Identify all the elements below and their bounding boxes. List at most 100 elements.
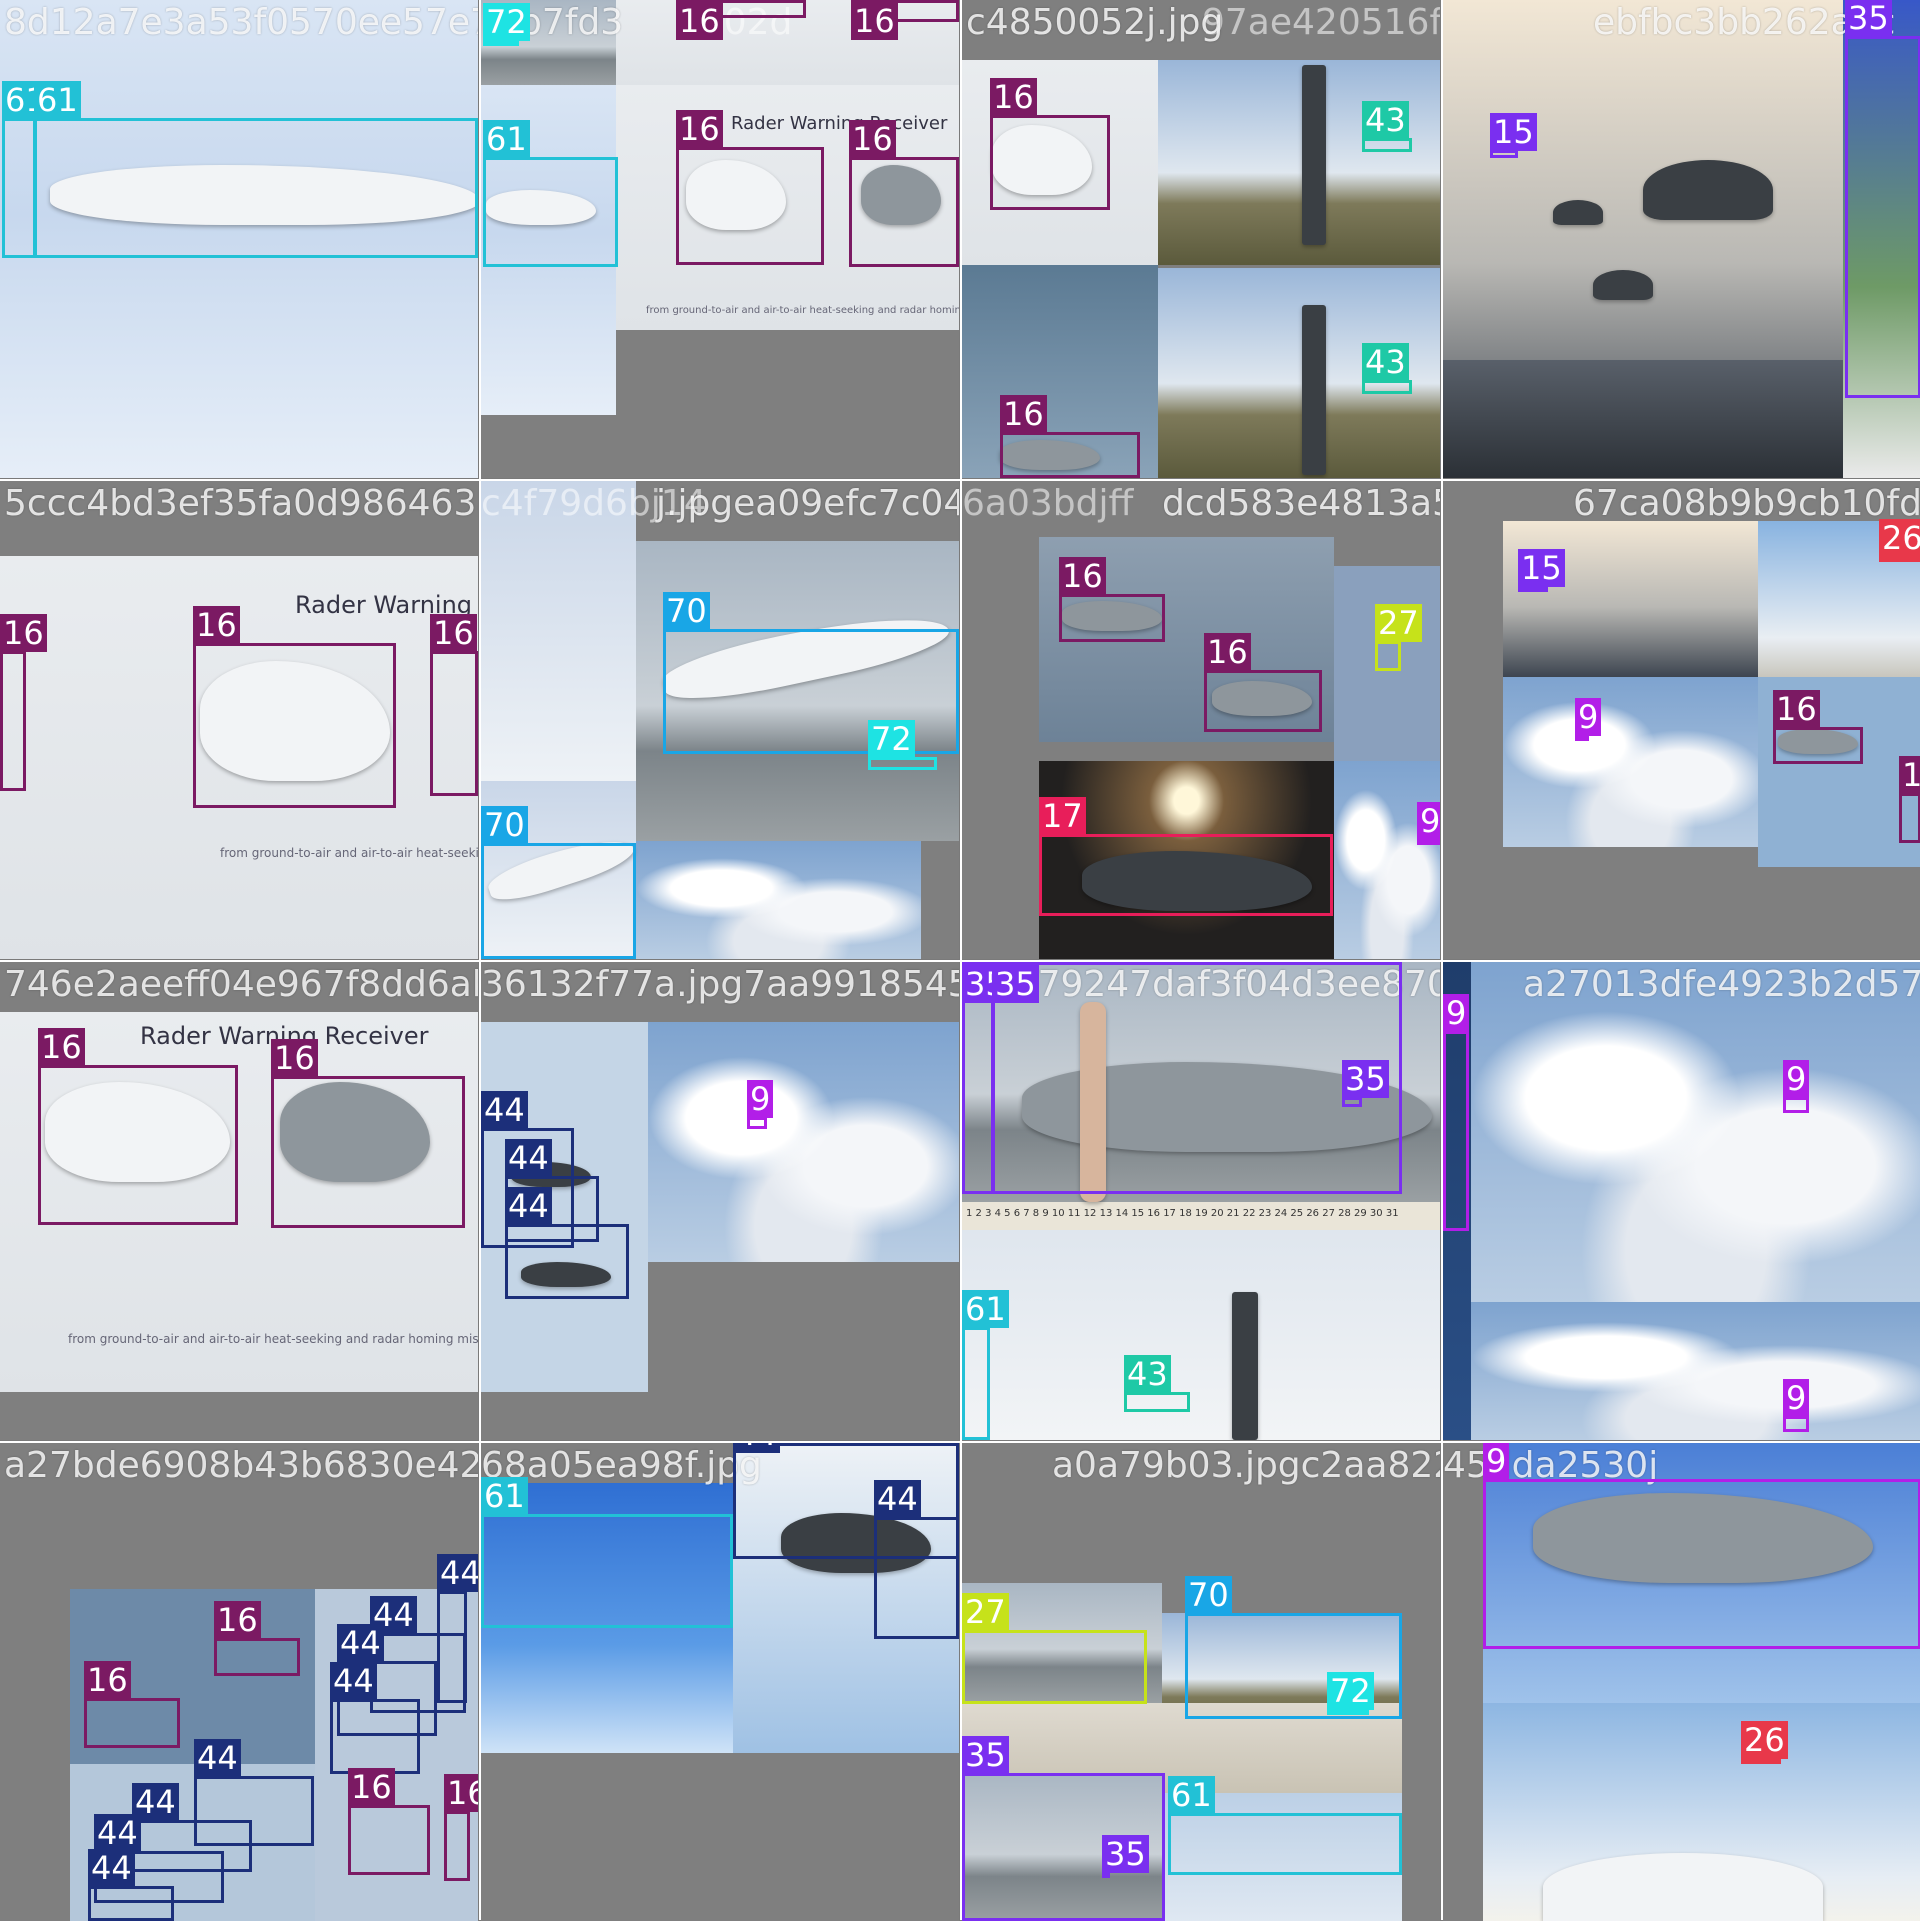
detection-box: 16	[193, 606, 396, 808]
tile-filename: a0a79b03.jpgc2aa8222e234	[1052, 1445, 1440, 1486]
detection-label: 9	[1575, 698, 1602, 736]
radar-mast	[1302, 305, 1326, 475]
detection-box: 9	[1443, 994, 1470, 1231]
detection-label: 35	[992, 965, 1039, 1003]
detection-box: 16	[430, 614, 478, 796]
detection-label: 16	[271, 1039, 318, 1077]
calendar-dates: 1 2 3 4 5 6 7 8 9 10 11 12 13 14 15 16 1…	[966, 1208, 1399, 1219]
mosaic-tile-16: 45dda2530j 9 26	[1443, 1443, 1920, 1921]
detection-box: 16	[38, 1028, 238, 1225]
detection-label: 26	[1879, 519, 1920, 557]
detection-label: 16	[38, 1028, 85, 1066]
detection-box: 16	[676, 0, 806, 40]
detection-label: 17	[1039, 797, 1086, 835]
detection-label: 16	[444, 1774, 478, 1812]
detection-label: 43	[1362, 101, 1409, 139]
detection-label: 16	[193, 606, 240, 644]
parachute	[1553, 200, 1603, 225]
rwr-heading: Rader Warning Receiver	[731, 113, 948, 134]
detection-label: 43	[1362, 343, 1409, 381]
detection-label: 27	[1375, 604, 1422, 642]
tile-filename: dcd583e4813a528c2	[1162, 483, 1440, 524]
mosaic-tile-5: Rader Warning Rec from ground-to-air and…	[0, 481, 478, 959]
radar-mast	[1232, 1292, 1258, 1440]
detection-box: 35	[992, 962, 1402, 1194]
detection-label: 16	[84, 1661, 131, 1699]
tile-filename: 67ca08b9b9cb10fd851866	[1573, 483, 1920, 524]
detection-label: 9	[1417, 802, 1440, 840]
detection-box: 61	[2, 81, 49, 258]
detection-box: 61	[34, 81, 478, 258]
mosaic-tile-9: Rader Warning Receiver from ground-to-ai…	[0, 962, 478, 1440]
mosaic-tile-3: c4850052j.jpg 97ae420516f98 16 43 43 16	[962, 0, 1440, 478]
detection-label: 15	[1518, 549, 1565, 587]
cloud-photo	[1471, 962, 1920, 1302]
detection-box: 16	[348, 1768, 430, 1875]
detection-label: 9	[1483, 1443, 1510, 1480]
detection-box: 16	[849, 120, 959, 267]
detection-box: 35	[1342, 1060, 1389, 1107]
detection-box: 27	[962, 1593, 1147, 1704]
detection-label: 9	[1443, 994, 1470, 1032]
rwr-caption: from ground-to-air and air-to-air heat-s…	[68, 1332, 478, 1346]
detection-label: 16	[348, 1768, 395, 1806]
cloud-photo	[636, 841, 921, 959]
detection-box: 44	[330, 1662, 420, 1774]
detection-label: 43	[1124, 1355, 1171, 1393]
detection-label: 16	[1059, 557, 1106, 595]
tile-filename: 5ccc4bd3ef35fa0d98646383	[4, 483, 478, 524]
detection-box: 16	[0, 614, 47, 791]
detection-label: 44	[505, 1139, 552, 1177]
detection-label: 72	[868, 720, 915, 758]
detection-label: 27	[962, 1593, 1009, 1631]
parachute-drop-photo	[1503, 521, 1758, 677]
detection-box: 27	[1375, 604, 1422, 671]
radar-photo	[962, 1230, 1440, 1440]
detection-label: 9	[1783, 1060, 1810, 1098]
tile-filename-ghost: 97ae420516f98	[1202, 2, 1440, 43]
detection-box: 9	[1483, 1443, 1920, 1649]
tile-filename: 8d12a7e3a53f0570ee57e75	[4, 2, 478, 43]
detection-label: 16	[990, 78, 1037, 116]
detection-box: 35	[1102, 1835, 1149, 1878]
detection-label: 44	[874, 1480, 921, 1518]
mosaic-tile-2: Rader Warning Receiver from ground-to-ai…	[481, 0, 959, 478]
detection-label: 44	[505, 1187, 552, 1225]
tile-filename: j.jpgea09efc7c0411590615	[656, 483, 959, 524]
parachute	[1593, 270, 1653, 300]
detection-box: 9	[1575, 698, 1602, 741]
detection-label: 16	[676, 2, 723, 40]
detection-box: 61	[962, 1290, 1009, 1440]
mosaic-tile-10: 36132f77a.jpg7aa991854560c 9 44 44 44	[481, 962, 959, 1440]
detection-box: 70	[481, 806, 636, 959]
detection-label: 72	[483, 3, 530, 41]
grid-divider	[0, 479, 1920, 481]
detection-box: 35	[1845, 0, 1920, 398]
detection-label: 44	[481, 1091, 528, 1129]
mosaic-tile-15: a0a79b03.jpgc2aa8222e234 27 70 72 35 35 …	[962, 1443, 1440, 1921]
detection-label: 15	[1490, 113, 1537, 151]
detection-label: 61	[483, 120, 530, 158]
detection-box: 16	[84, 1661, 180, 1748]
radar-mast	[1302, 65, 1326, 245]
rwr-caption: from ground-to-air and air-to-air heat-s…	[220, 846, 478, 860]
detection-label: 70	[1185, 1576, 1232, 1614]
detection-label: 44	[733, 1443, 780, 1453]
tile-filename: a27013dfe4923b2d577425	[1523, 964, 1920, 1005]
detection-box: 9	[747, 1080, 774, 1129]
detection-box: 17	[1039, 797, 1333, 916]
detection-label: 16	[1899, 756, 1920, 794]
grid-divider	[0, 1441, 1920, 1443]
detection-box: 26	[1879, 519, 1920, 562]
rwr-caption: from ground-to-air and air-to-air heat-s…	[646, 305, 959, 316]
detection-label: 44	[194, 1739, 241, 1777]
detection-label: 70	[481, 806, 528, 844]
detection-box: 15	[1518, 549, 1565, 592]
detection-label: 16	[849, 120, 896, 158]
tile-filename: c4850052j.jpg	[966, 2, 1224, 43]
tile-filename: a27bde6908b43b6830e424	[4, 1445, 478, 1486]
mosaic-tile-7: dcd583e4813a528c2 6a03bdjff 16 16 27 17 …	[962, 481, 1440, 959]
detection-label: 35	[962, 1736, 1009, 1774]
tile-filename: 746e2aeeff04e967f8dd6abb	[4, 964, 478, 1005]
detection-label: 26	[1741, 1721, 1788, 1759]
